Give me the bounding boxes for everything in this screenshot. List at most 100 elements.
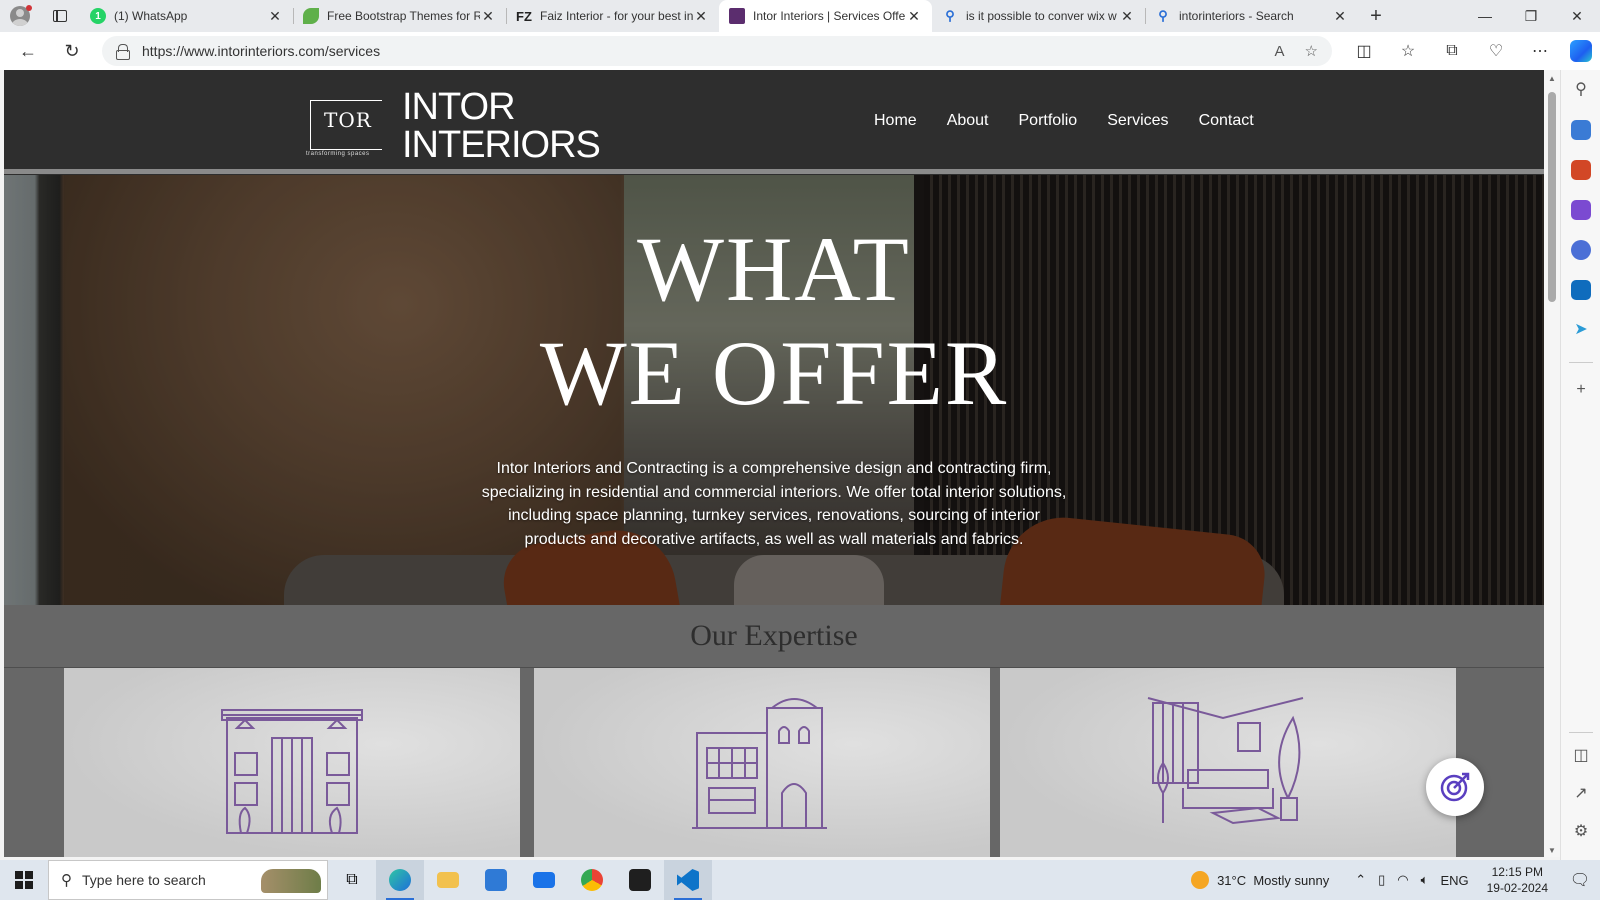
target-icon	[1440, 772, 1470, 802]
tab-title: intorinteriors - Search	[1179, 9, 1294, 23]
collections-icon[interactable]: ⧉	[1430, 42, 1474, 60]
tab-close-icon[interactable]: ✕	[1119, 8, 1135, 25]
nav-link-home[interactable]: Home	[874, 112, 917, 130]
send-icon[interactable]: ➤	[1571, 320, 1591, 340]
outlook-icon[interactable]	[1571, 280, 1591, 300]
tab-close-icon[interactable]: ✕	[906, 8, 922, 25]
page-scrollbar[interactable]: ▲ ▼	[1544, 70, 1560, 857]
expertise-card[interactable]	[1000, 668, 1456, 857]
chrome-icon[interactable]	[568, 860, 616, 900]
tools-icon[interactable]	[1571, 160, 1591, 180]
nav-link-about[interactable]: About	[947, 112, 989, 130]
tab-close-icon[interactable]: ✕	[1332, 8, 1348, 25]
restore-icon[interactable]: ❐	[1508, 8, 1554, 25]
mail-icon[interactable]	[520, 860, 568, 900]
split-screen-icon[interactable]: ◫	[1342, 41, 1386, 61]
weather-condition: Mostly sunny	[1253, 872, 1330, 888]
scrollbar-thumb[interactable]	[1548, 92, 1556, 302]
terminal-icon[interactable]	[616, 860, 664, 900]
shopping-icon[interactable]	[1571, 120, 1591, 140]
back-icon[interactable]: ←	[6, 41, 50, 62]
floating-action-button[interactable]	[1426, 758, 1484, 816]
url-text[interactable]: https://www.intorinteriors.com/services	[142, 43, 1255, 59]
browser-tab[interactable]: ⚲ is it possible to conver wix w ✕	[932, 0, 1145, 32]
expertise-card[interactable]	[64, 668, 520, 857]
site-logo[interactable]: TOR transforming spaces INTOR INTERIORS	[304, 86, 601, 166]
bing-search-icon: ⚲	[945, 8, 955, 23]
refresh-icon[interactable]: ↻	[50, 41, 94, 62]
browser-tab-active[interactable]: Intor Interiors | Services Offe ✕	[719, 0, 932, 32]
tab-actions-icon	[53, 10, 67, 22]
search-icon[interactable]: ⚲	[1571, 80, 1591, 100]
new-tab-button[interactable]: +	[1358, 5, 1394, 28]
expertise-section: Our Expertise	[4, 605, 1544, 857]
favorites-icon[interactable]: ☆	[1386, 41, 1430, 61]
language-indicator[interactable]: ENG	[1440, 873, 1468, 888]
nav-link-portfolio[interactable]: Portfolio	[1019, 112, 1078, 130]
hero-title: WHAT WE OFFER	[4, 217, 1544, 425]
chevron-up-icon[interactable]: ⌃	[1355, 872, 1366, 888]
weather-widget[interactable]: 31°C Mostly sunny	[1191, 871, 1329, 889]
hero-title-line-2: WE OFFER	[539, 322, 1009, 424]
browser-tab[interactable]: ⚲ intorinteriors - Search ✕	[1145, 0, 1358, 32]
start-button[interactable]	[0, 860, 48, 900]
tab-close-icon[interactable]: ✕	[267, 8, 283, 25]
tab-close-icon[interactable]: ✕	[480, 8, 496, 25]
clock-date: 19-02-2024	[1486, 881, 1548, 895]
sidebar-toggle-icon[interactable]: ◫	[1571, 746, 1591, 766]
more-options-icon[interactable]: ⋯	[1518, 41, 1562, 61]
nav-link-services[interactable]: Services	[1107, 112, 1168, 130]
address-bar[interactable]: https://www.intorinteriors.com/services …	[102, 36, 1332, 66]
notification-dot	[26, 5, 32, 11]
intor-icon	[729, 8, 745, 24]
volume-icon[interactable]: 🔈︎	[1421, 872, 1429, 888]
minimize-icon[interactable]: —	[1462, 8, 1508, 25]
close-window-icon[interactable]: ✕	[1554, 8, 1600, 25]
taskbar-search[interactable]: ⚲ Type here to search	[48, 860, 328, 900]
external-link-icon[interactable]: ↗	[1571, 784, 1591, 804]
scroll-down-icon[interactable]: ▼	[1548, 846, 1556, 855]
wifi-icon[interactable]: ◠	[1397, 872, 1408, 888]
add-icon[interactable]: +	[1571, 380, 1591, 400]
tab-close-icon[interactable]: ✕	[693, 8, 709, 25]
file-explorer-icon[interactable]	[424, 860, 472, 900]
vscode-icon[interactable]	[664, 860, 712, 900]
browser-sidebar: ⚲ ➤ + ◫ ↗ ⚙	[1560, 70, 1600, 860]
sun-icon	[1191, 871, 1210, 889]
page-viewport: TOR transforming spaces INTOR INTERIORS …	[4, 70, 1544, 857]
expertise-card[interactable]	[534, 668, 990, 857]
microsoft-store-icon[interactable]	[472, 860, 520, 900]
tab-title: is it possible to conver wix w	[966, 9, 1117, 23]
browser-tab[interactable]: 1 (1) WhatsApp ✕	[80, 0, 293, 32]
settings-gear-icon[interactable]: ⚙	[1571, 822, 1591, 842]
browser-essentials-icon[interactable]: ♡	[1474, 41, 1518, 61]
hero-section: WHAT WE OFFER Intor Interiors and Contra…	[4, 175, 1544, 605]
logo-line-2: INTERIORS	[402, 124, 601, 166]
tab-actions-button[interactable]	[40, 0, 80, 32]
edge-app-icon[interactable]	[376, 860, 424, 900]
tab-title: Faiz Interior - for your best in	[540, 9, 693, 23]
scroll-up-icon[interactable]: ▲	[1548, 74, 1556, 83]
notifications-icon[interactable]: 🗨︎	[1560, 870, 1600, 890]
profile-avatar[interactable]	[0, 0, 40, 32]
clock[interactable]: 12:15 PM 19-02-2024	[1487, 864, 1548, 896]
logo-mark-text: TOR	[324, 108, 372, 132]
hero-title-line-1: WHAT	[637, 218, 911, 320]
copilot-icon[interactable]	[1570, 40, 1592, 62]
games-icon[interactable]	[1571, 200, 1591, 220]
logo-line-1: INTOR	[402, 86, 516, 128]
living-room-illustration-icon	[1147, 697, 1304, 825]
task-view-icon[interactable]: ⧉	[328, 860, 376, 900]
favorite-star-icon[interactable]: ☆	[1305, 42, 1318, 60]
browser-toolbar: ← ↻ https://www.intorinteriors.com/servi…	[0, 32, 1600, 70]
fz-icon: FZ	[516, 8, 532, 24]
site-header: TOR transforming spaces INTOR INTERIORS …	[4, 70, 1544, 174]
lock-icon[interactable]	[116, 44, 130, 60]
nav-link-contact[interactable]: Contact	[1199, 112, 1254, 130]
microsoft-365-icon[interactable]	[1571, 240, 1591, 260]
tab-title: Intor Interiors | Services Offe	[753, 9, 906, 23]
browser-tab[interactable]: Free Bootstrap Themes for R ✕	[293, 0, 506, 32]
meet-now-icon[interactable]: ▯	[1378, 872, 1385, 888]
read-aloud-icon[interactable]: A	[1275, 43, 1285, 60]
browser-tab[interactable]: FZ Faiz Interior - for your best in ✕	[506, 0, 719, 32]
